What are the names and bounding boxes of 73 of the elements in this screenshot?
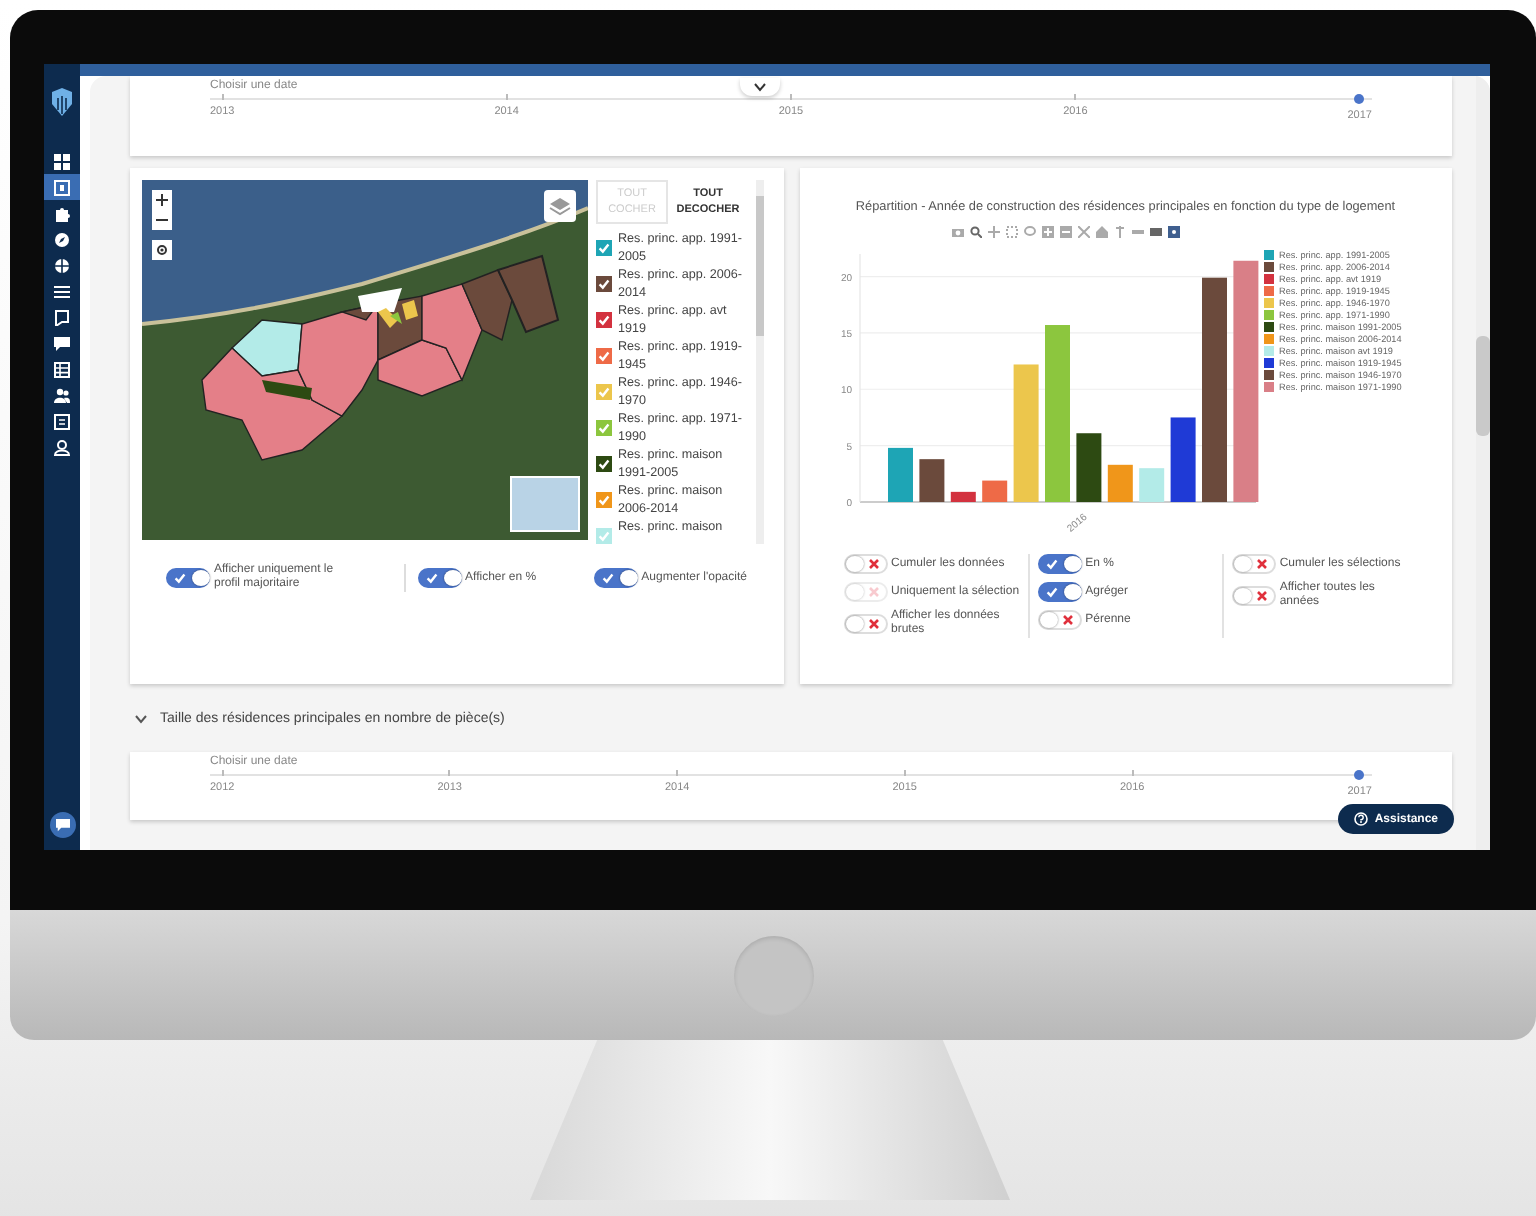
help-icon xyxy=(1354,812,1369,826)
chevron-icon xyxy=(754,82,766,92)
autoscale-icon xyxy=(1077,226,1090,238)
lasso-icon xyxy=(1023,226,1036,238)
check-icon xyxy=(598,278,610,290)
table-icon xyxy=(54,361,70,377)
layers-icon xyxy=(544,190,576,222)
cross-icon xyxy=(867,618,879,630)
card-icon xyxy=(54,179,70,195)
zoom-in-button[interactable] xyxy=(152,190,172,210)
check-icon xyxy=(598,242,610,254)
check-icon xyxy=(598,494,610,506)
legend-checkbox[interactable] xyxy=(596,492,612,508)
check-icon xyxy=(598,458,610,470)
cross-icon xyxy=(1061,614,1074,626)
toggle-switch[interactable] xyxy=(1037,554,1082,574)
home-icon xyxy=(1095,226,1108,238)
minus-icon xyxy=(156,214,168,226)
people-icon xyxy=(54,387,70,403)
slider-thumb[interactable] xyxy=(1354,770,1365,780)
legend-checkbox[interactable] xyxy=(596,240,612,256)
cross-icon xyxy=(1255,590,1268,602)
check-icon xyxy=(1045,558,1058,570)
chevron-icon xyxy=(134,711,148,725)
legend-checkbox[interactable] xyxy=(596,528,612,544)
toggle-switch[interactable] xyxy=(166,568,210,588)
chat-icon xyxy=(54,335,70,351)
legend-checkbox[interactable] xyxy=(596,456,612,472)
plus-icon xyxy=(156,194,168,206)
check-icon xyxy=(598,386,610,398)
check-icon xyxy=(1045,586,1058,598)
cross-icon xyxy=(1255,558,1268,570)
user-icon xyxy=(54,439,70,455)
logo-icon xyxy=(50,88,74,116)
scrollbar-thumb[interactable] xyxy=(1476,336,1490,436)
magnifier-icon xyxy=(969,226,982,238)
zoom-in-icon xyxy=(1041,226,1054,238)
move-icon xyxy=(987,226,1000,238)
collapse-tab[interactable] xyxy=(740,78,780,96)
globe-icon xyxy=(54,257,70,273)
legend-checkbox[interactable] xyxy=(596,348,612,364)
grid-icon xyxy=(54,153,70,169)
box-select-icon xyxy=(1005,226,1018,238)
cross-icon xyxy=(867,586,879,598)
fullscreen-button[interactable] xyxy=(152,240,172,260)
list-icon xyxy=(54,283,70,299)
check-icon xyxy=(174,572,186,584)
target-icon xyxy=(156,244,168,256)
legend-checkbox[interactable] xyxy=(596,312,612,328)
slider-thumb[interactable] xyxy=(1354,94,1365,104)
check-icon xyxy=(598,314,610,326)
puzzle-icon xyxy=(54,205,70,221)
check-icon xyxy=(598,422,610,434)
speech-bubble-icon xyxy=(56,818,70,832)
document-icon xyxy=(54,413,70,429)
scrollbar-thumb[interactable] xyxy=(756,196,764,336)
legend-checkbox[interactable] xyxy=(596,420,612,436)
collapse-toggle[interactable] xyxy=(134,711,148,725)
toggle-switch[interactable] xyxy=(593,568,638,588)
legend-checkbox[interactable] xyxy=(596,276,612,292)
check-icon xyxy=(425,572,438,584)
plotly-logo-icon xyxy=(1167,226,1180,238)
cross-icon xyxy=(867,558,879,570)
check-icon xyxy=(598,530,610,542)
toggle-switch[interactable] xyxy=(417,568,462,588)
monitor-logo-icon xyxy=(733,935,813,1015)
check-icon xyxy=(601,572,614,584)
toggle-switch[interactable] xyxy=(1037,582,1082,602)
camera-icon xyxy=(951,226,964,238)
compass-icon xyxy=(54,231,70,247)
legend-checkbox[interactable] xyxy=(596,384,612,400)
check-icon xyxy=(598,350,610,362)
zoom-out-icon xyxy=(1059,226,1072,238)
